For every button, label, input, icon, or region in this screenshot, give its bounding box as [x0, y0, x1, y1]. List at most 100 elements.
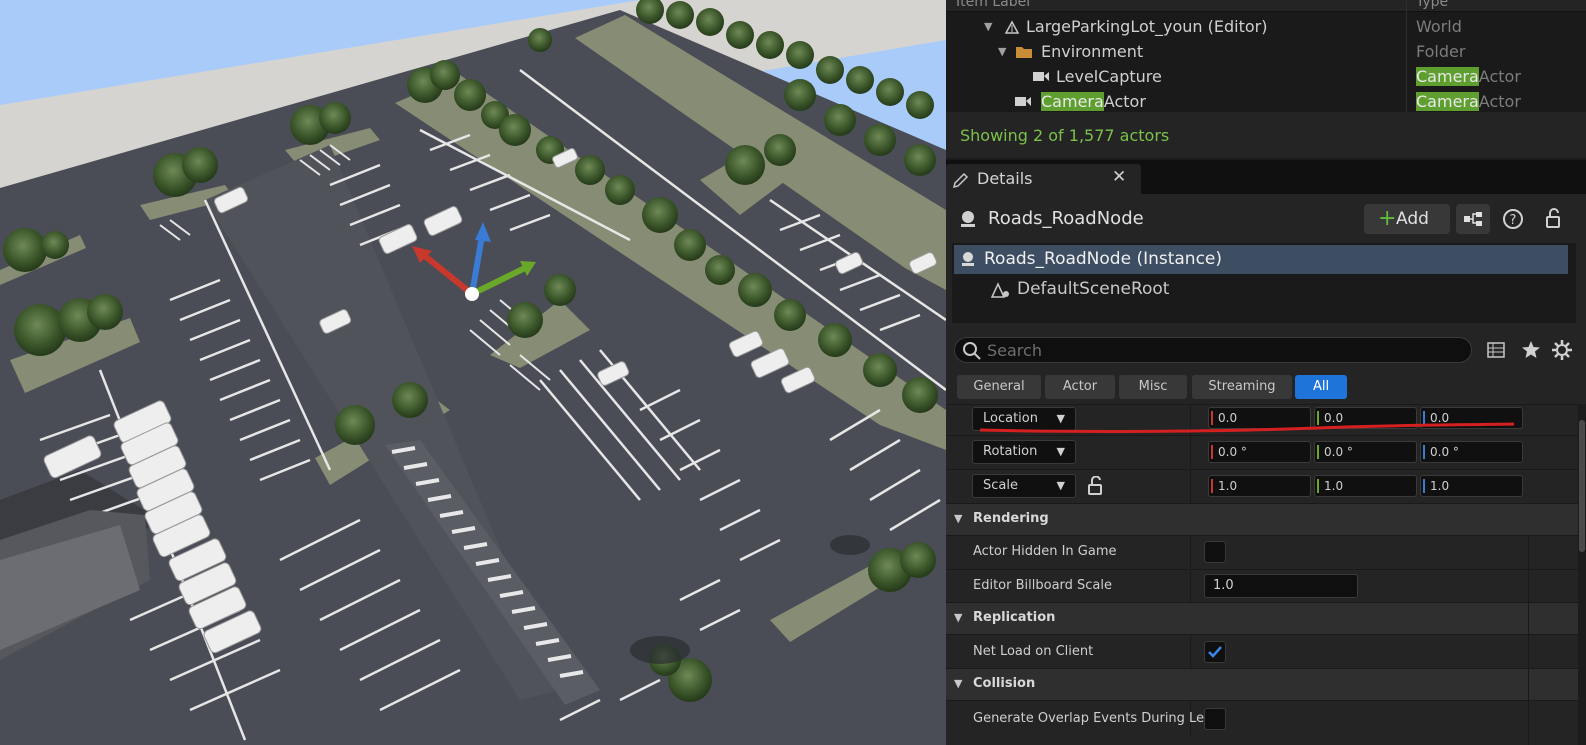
scale-x-field[interactable]: 1.0 — [1208, 475, 1311, 497]
net-load-checkbox[interactable] — [1204, 641, 1226, 663]
overlap-events-checkbox[interactable] — [1204, 708, 1226, 730]
scale-z-value: 1.0 — [1430, 479, 1450, 493]
collision-title: Collision — [973, 676, 1036, 691]
actor-hidden-label: Actor Hidden In Game — [973, 544, 1117, 559]
tab-details[interactable]: Details ✕ — [946, 164, 1141, 194]
z-axis-marker — [1423, 479, 1425, 493]
editor-side-panel: Item Label Type ▼ LargeParkingLot_youn (… — [946, 0, 1586, 745]
filter-actor-button[interactable]: Actor — [1045, 375, 1115, 399]
rotation-dropdown[interactable]: Rotation ▼ — [972, 440, 1076, 464]
blueprint-button[interactable] — [1456, 204, 1490, 234]
actor-hidden-checkbox[interactable] — [1204, 541, 1226, 563]
filter-all-button[interactable]: All — [1295, 375, 1347, 399]
net-load-label: Net Load on Client — [973, 644, 1094, 659]
scale-y-value: 1.0 — [1324, 479, 1344, 493]
rendering-category[interactable]: ▼ Rendering — [946, 503, 1586, 535]
blueprint-icon — [1464, 212, 1482, 226]
outliner-row-type: CameraActor — [1416, 89, 1521, 114]
search-icon — [963, 342, 981, 360]
lock-icon[interactable] — [1544, 207, 1564, 229]
billboard-scale-row: Editor Billboard Scale 1.0 — [946, 569, 1586, 602]
search-highlight: Camera — [1041, 92, 1104, 111]
rotation-z-value: 0.0 ° — [1430, 445, 1459, 459]
chevron-down-icon: ▼ — [1056, 445, 1065, 458]
rendering-title: Rendering — [973, 511, 1049, 526]
outliner-row-type: Folder — [1416, 42, 1466, 61]
rotation-x-field[interactable]: 0.0 ° — [1208, 441, 1311, 463]
rotation-y-value: 0.0 ° — [1324, 445, 1353, 459]
actor-hidden-row: Actor Hidden In Game — [946, 535, 1586, 568]
actor-count-status: Showing 2 of 1,577 actors — [960, 126, 1170, 145]
camera-icon — [1015, 97, 1031, 106]
svg-text:?: ? — [1510, 213, 1517, 228]
search-highlight: Camera — [1416, 67, 1479, 86]
billboard-scale-field[interactable]: 1.0 — [1204, 574, 1358, 598]
billboard-scale-label: Editor Billboard Scale — [973, 578, 1113, 593]
filter-general-button[interactable]: General — [957, 375, 1041, 399]
scene-root-icon — [990, 282, 1009, 298]
outliner-row-label: Environment — [1041, 42, 1144, 61]
row-splitter — [1190, 536, 1191, 568]
details-tab-bar: Details ✕ — [946, 160, 1586, 194]
column-type[interactable]: Type — [1416, 0, 1448, 10]
star-icon[interactable] — [1521, 340, 1541, 360]
y-axis-marker — [1317, 479, 1319, 493]
outliner-row-levelcapture[interactable]: LevelCapture CameraActor — [946, 64, 1586, 89]
parking-lot-scene[interactable] — [0, 0, 946, 745]
actor-name: Roads_RoadNode — [988, 208, 1144, 229]
outliner-row-type: CameraActor — [1416, 64, 1521, 89]
rotation-z-field[interactable]: 0.0 ° — [1420, 441, 1523, 463]
outliner-row-world[interactable]: ▼ LargeParkingLot_youn (Editor) World — [946, 14, 1586, 39]
filter-streaming-button[interactable]: Streaming — [1192, 375, 1292, 399]
close-icon[interactable]: ✕ — [1112, 167, 1126, 187]
scale-z-field[interactable]: 1.0 — [1420, 475, 1523, 497]
row-splitter — [1190, 470, 1191, 503]
collision-category[interactable]: ▼ Collision — [946, 668, 1586, 700]
rotation-label: Rotation — [983, 444, 1038, 459]
collapse-arrow-icon: ▼ — [954, 512, 963, 525]
label-suffix: Actor — [1103, 92, 1146, 111]
level-viewport[interactable] — [0, 0, 946, 745]
chevron-down-icon: ▼ — [1056, 479, 1065, 492]
net-load-row: Net Load on Client — [946, 634, 1586, 668]
scene-actor-icon — [962, 252, 974, 266]
help-icon[interactable]: ? — [1502, 208, 1524, 230]
type-suffix: Actor — [1478, 67, 1521, 86]
outliner-row-label: LevelCapture — [1056, 67, 1162, 86]
filter-misc-button[interactable]: Misc — [1119, 375, 1187, 399]
replication-title: Replication — [973, 610, 1056, 625]
world-icon — [1004, 20, 1020, 34]
scale-x-value: 1.0 — [1218, 479, 1238, 493]
details-search-box[interactable] — [954, 337, 1472, 363]
outliner-row-type: World — [1416, 17, 1462, 36]
scale-dropdown[interactable]: Scale ▼ — [972, 474, 1076, 498]
table-view-icon[interactable] — [1486, 340, 1506, 360]
scene-actor-icon — [961, 211, 975, 227]
outliner-row-label: LargeParkingLot_youn (Editor) — [1026, 17, 1268, 36]
scale-y-field[interactable]: 1.0 — [1314, 475, 1417, 497]
overlap-events-row: Generate Overlap Events During Lev... — [946, 700, 1586, 736]
collapse-arrow-icon[interactable]: ▼ — [998, 39, 1006, 64]
folder-icon — [1016, 47, 1032, 58]
settings-gear-icon[interactable] — [1551, 339, 1573, 361]
details-scrollbar[interactable] — [1578, 404, 1586, 745]
add-component-button[interactable]: + Add — [1364, 204, 1450, 234]
scrollbar-thumb[interactable] — [1579, 420, 1585, 552]
tab-label: Details — [977, 169, 1033, 188]
type-suffix: Actor — [1478, 92, 1521, 111]
unlock-icon[interactable] — [1087, 476, 1105, 496]
y-axis-marker — [1317, 445, 1319, 459]
search-input[interactable] — [987, 338, 1457, 362]
component-child-label[interactable]: DefaultSceneRoot — [1017, 279, 1169, 299]
outliner-row-environment[interactable]: ▼ Environment Folder — [946, 39, 1586, 64]
replication-category[interactable]: ▼ Replication — [946, 602, 1586, 634]
column-item-label[interactable]: Item Label — [956, 0, 1030, 10]
collapse-arrow-icon[interactable]: ▼ — [984, 14, 992, 39]
x-axis-marker — [1211, 445, 1213, 459]
z-axis-marker — [1423, 445, 1425, 459]
scale-label: Scale — [983, 478, 1018, 493]
outliner-row-cameraactor[interactable]: CameraActor CameraActor — [946, 89, 1586, 114]
scale-row: Scale ▼ 1.0 1.0 1.0 — [946, 469, 1586, 503]
rotation-y-field[interactable]: 0.0 ° — [1314, 441, 1417, 463]
search-highlight: Camera — [1416, 92, 1479, 111]
